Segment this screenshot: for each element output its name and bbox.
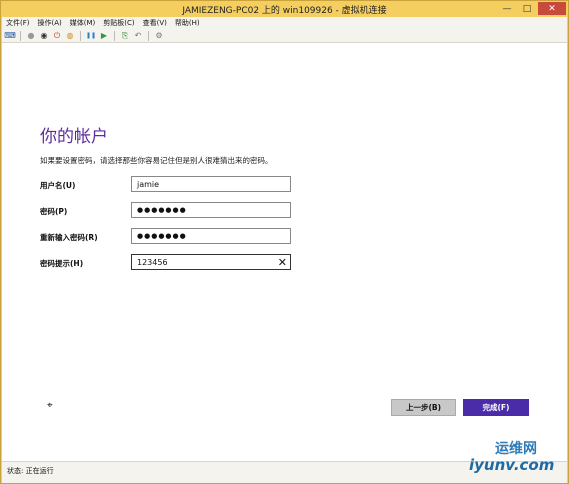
minimize-button[interactable]: — [498, 2, 516, 15]
password-field[interactable]: ●●●●●●● [131, 202, 291, 218]
title-bar[interactable]: JAMIEZENG-PC02 上的 win109926 - 虚拟机连接 — □ … [1, 1, 568, 17]
close-button[interactable]: ✕ [538, 2, 566, 15]
username-field[interactable]: jamie [131, 176, 291, 192]
back-button[interactable]: 上一步(B) [391, 399, 456, 416]
toolbar-separator [80, 30, 81, 41]
ctrl-alt-del-icon[interactable]: ⌨ [4, 31, 16, 41]
password-hint-value: 123456 [137, 257, 168, 267]
pause-icon[interactable]: ❚❚ [86, 31, 96, 41]
turnoff-icon[interactable]: ◉ [39, 31, 49, 41]
password-hint-field[interactable]: 123456 ✕ [131, 254, 291, 270]
confirm-password-label: 重新输入密码(R) [40, 233, 98, 242]
enhanced-session-icon[interactable]: ⚙ [154, 31, 164, 41]
maximize-button[interactable]: □ [518, 2, 536, 15]
menu-action[interactable]: 操作(A) [38, 18, 62, 28]
toolbar-separator [20, 30, 21, 41]
toolbar-separator [148, 30, 149, 41]
toolbar-separator [114, 30, 115, 41]
menu-help[interactable]: 帮助(H) [175, 18, 200, 28]
username-label: 用户名(U) [40, 181, 76, 190]
start-icon[interactable]: ● [26, 31, 36, 41]
password-hint-label: 密码提示(H) [40, 259, 84, 268]
menu-file[interactable]: 文件(F) [6, 18, 30, 28]
clear-icon[interactable]: ✕ [278, 256, 287, 269]
revert-icon[interactable]: ↶ [133, 31, 143, 41]
menu-view[interactable]: 查看(V) [143, 18, 167, 28]
watermark-top-text: 运维网 [495, 441, 537, 457]
menu-clipboard[interactable]: 剪贴板(C) [103, 18, 134, 28]
menu-bar: 文件(F) 操作(A) 媒体(M) 剪贴板(C) 查看(V) 帮助(H) [2, 17, 567, 29]
checkpoint-icon[interactable]: ⎘ [120, 31, 130, 41]
page-description: 如果要设置密码，请选择那些你容易记住但是别人很难猜出来的密码。 [40, 156, 273, 165]
finish-button[interactable]: 完成(F) [463, 399, 529, 416]
page-title: 你的帐户 [40, 127, 108, 147]
save-icon[interactable]: ◍ [65, 31, 75, 41]
watermark-logo: 运维网 iyunv.com [465, 436, 565, 481]
toolbar: ⌨ ● ◉ ⏻ ◍ ❚❚ ▶ ⎘ ↶ ⚙ [2, 29, 567, 43]
vm-connection-window: JAMIEZENG-PC02 上的 win109926 - 虚拟机连接 — □ … [0, 0, 569, 484]
confirm-password-field[interactable]: ●●●●●●● [131, 228, 291, 244]
busy-cursor-icon: ⌖ [47, 400, 53, 411]
window-title: JAMIEZENG-PC02 上的 win109926 - 虚拟机连接 [182, 6, 387, 16]
watermark-bottom-text: iyunv.com [469, 456, 555, 474]
resume-icon[interactable]: ▶ [99, 31, 109, 41]
shutdown-icon[interactable]: ⏻ [52, 31, 62, 41]
password-label: 密码(P) [40, 207, 68, 216]
menu-media[interactable]: 媒体(M) [70, 18, 96, 28]
vm-screen[interactable]: 你的帐户 如果要设置密码，请选择那些你容易记住但是别人很难猜出来的密码。 用户名… [2, 43, 567, 461]
status-text: 状态: 正在运行 [7, 467, 54, 475]
